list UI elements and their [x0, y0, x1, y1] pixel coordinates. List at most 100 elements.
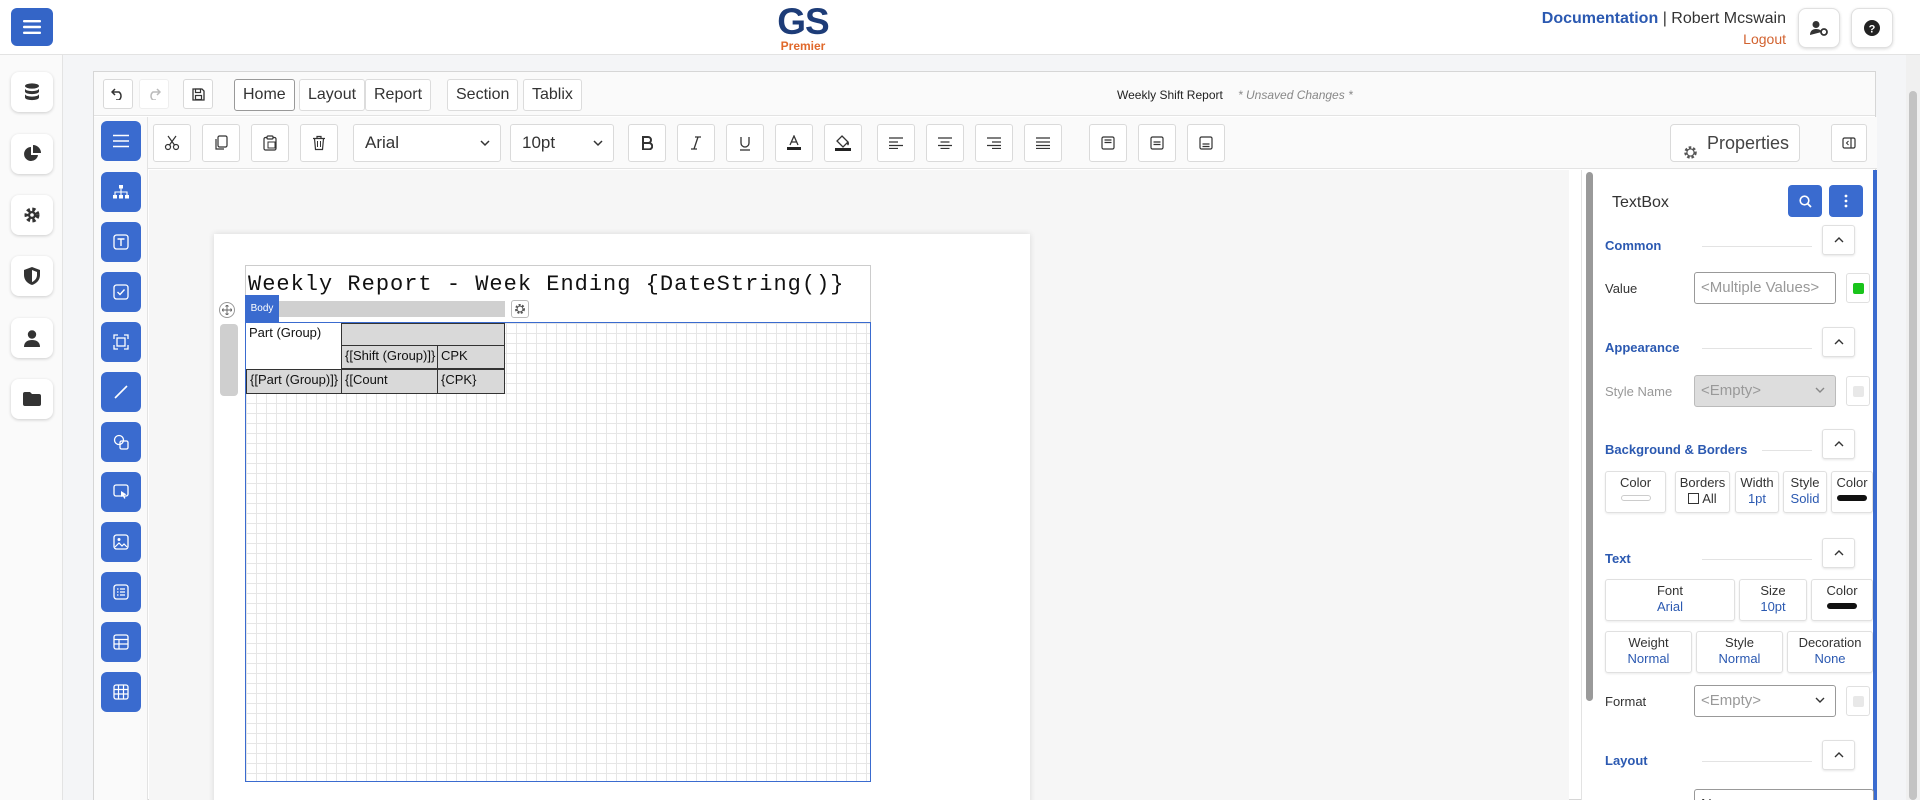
tool-table[interactable] — [101, 622, 141, 662]
borders-all-checkbox[interactable] — [1688, 493, 1700, 504]
tab-layout[interactable]: Layout — [299, 79, 366, 111]
font-tile[interactable]: Font Arial — [1605, 579, 1735, 621]
collapse-panel-button[interactable] — [1831, 124, 1867, 162]
borders-tile[interactable]: Borders All — [1675, 471, 1730, 513]
valign-top-button[interactable] — [1089, 124, 1127, 162]
user-settings-button[interactable] — [1798, 8, 1840, 48]
valign-bottom-button[interactable] — [1187, 124, 1225, 162]
separator: | — [1662, 10, 1667, 27]
main-menu-button[interactable] — [11, 8, 53, 46]
design-canvas[interactable]: Weekly Report - Week Ending {DateString(… — [149, 170, 1569, 800]
value-expression-button[interactable] — [1846, 273, 1870, 303]
tab-tablix[interactable]: Tablix — [523, 79, 582, 111]
fill-color-button[interactable] — [824, 124, 862, 162]
text-color-tile[interactable]: Color — [1811, 579, 1873, 621]
format-select[interactable]: <Empty> — [1694, 685, 1836, 717]
tablix-column-handle[interactable] — [279, 301, 505, 317]
tablix-cpk-header[interactable]: CPK — [437, 345, 505, 369]
copy-button[interactable] — [202, 124, 240, 162]
tablix-column-group-bar[interactable] — [341, 323, 505, 345]
tool-tree[interactable] — [101, 172, 141, 212]
logout-link[interactable]: Logout — [1542, 31, 1786, 47]
font-family-select[interactable]: Arial — [353, 124, 501, 162]
unsaved-changes-label: * Unsaved Changes * — [1238, 88, 1353, 102]
page-scrollbar[interactable] — [1906, 55, 1920, 800]
tool-matrix[interactable] — [101, 672, 141, 712]
align-left-button[interactable] — [877, 124, 915, 162]
nav-security[interactable] — [11, 256, 53, 296]
valign-middle-button[interactable] — [1138, 124, 1176, 162]
background-color-tile[interactable]: Color — [1605, 471, 1666, 513]
move-handle-icon[interactable] — [219, 302, 235, 318]
italic-button[interactable] — [677, 124, 715, 162]
underline-button[interactable] — [726, 124, 764, 162]
tab-section[interactable]: Section — [447, 79, 519, 111]
tablix-part-group-cell[interactable]: {[Part (Group)]} — [246, 369, 342, 394]
tool-textbox[interactable] — [101, 222, 141, 262]
tool-checkbox[interactable] — [101, 272, 141, 312]
style-name-expression-button[interactable] — [1846, 376, 1870, 406]
format-expression-button[interactable] — [1846, 686, 1870, 716]
page-scrollbar-thumb[interactable] — [1909, 91, 1917, 800]
report-title-textbox[interactable]: Weekly Report - Week Ending {DateString(… — [248, 272, 845, 297]
size-tile[interactable]: Size 10pt — [1739, 579, 1807, 621]
border-width-tile[interactable]: Width 1pt — [1735, 471, 1779, 513]
tool-list[interactable] — [101, 572, 141, 612]
redo-button[interactable] — [139, 79, 169, 109]
value-input[interactable]: <Multiple Values> — [1694, 272, 1836, 304]
decoration-tile[interactable]: Decoration None — [1787, 631, 1873, 673]
bold-button[interactable] — [628, 124, 666, 162]
justify-button[interactable] — [1024, 124, 1062, 162]
collapse-background-button[interactable] — [1822, 429, 1855, 459]
nav-files[interactable] — [11, 379, 53, 419]
tab-home[interactable]: Home — [234, 79, 295, 111]
tablix-shift-group-header[interactable]: {[Shift (Group)]} — [341, 345, 438, 369]
font-color-button[interactable] — [775, 124, 813, 162]
tab-report[interactable]: Report — [365, 79, 432, 111]
align-right-button[interactable] — [975, 124, 1013, 162]
documentation-link[interactable]: Documentation — [1542, 10, 1658, 27]
undo-button[interactable] — [103, 79, 133, 109]
collapse-text-button[interactable] — [1822, 538, 1855, 568]
layout-select[interactable]: None — [1694, 789, 1874, 800]
valign-bottom-icon — [1199, 136, 1213, 150]
tablix-cpk-cell[interactable]: {CPK} — [437, 369, 505, 394]
nav-dashboards[interactable] — [11, 134, 53, 174]
collapse-appearance-button[interactable] — [1822, 327, 1855, 357]
properties-scrollbar[interactable] — [1586, 172, 1593, 701]
border-color-tile[interactable]: Color — [1831, 471, 1873, 513]
row-handle[interactable] — [220, 324, 238, 396]
tablix-corner-cell[interactable]: Part (Group) — [246, 323, 341, 371]
hamburger-icon — [23, 20, 41, 34]
tool-container[interactable] — [101, 322, 141, 362]
properties-button[interactable]: Properties — [1670, 124, 1800, 162]
save-button[interactable] — [183, 79, 213, 109]
properties-search-button[interactable] — [1788, 185, 1822, 217]
nav-data-sources[interactable] — [11, 72, 53, 112]
report-items-menu-button[interactable] — [101, 121, 141, 161]
body-section-label[interactable]: Body — [245, 295, 279, 322]
tool-line[interactable] — [101, 372, 141, 412]
weight-tile[interactable]: Weight Normal — [1605, 631, 1692, 673]
help-button[interactable]: ? — [1851, 8, 1893, 48]
tool-input[interactable] — [101, 472, 141, 512]
tool-image[interactable] — [101, 522, 141, 562]
nav-settings[interactable] — [11, 195, 53, 235]
nav-users[interactable] — [11, 318, 53, 358]
cut-button[interactable] — [153, 124, 191, 162]
delete-button[interactable] — [300, 124, 338, 162]
font-style-tile[interactable]: Style Normal — [1696, 631, 1783, 673]
paste-button[interactable] — [251, 124, 289, 162]
border-style-tile[interactable]: Style Solid — [1783, 471, 1827, 513]
align-center-button[interactable] — [926, 124, 964, 162]
collapse-common-button[interactable] — [1822, 225, 1855, 255]
tablix-count-cell[interactable]: {[Count — [341, 369, 438, 394]
style-name-select[interactable]: <Empty> — [1694, 375, 1836, 407]
report-body-section[interactable]: Part (Group) {[Shift (Group)]} CPK {[Par… — [245, 322, 871, 782]
tablix-settings-button[interactable] — [511, 300, 529, 318]
collapse-layout-button[interactable] — [1822, 740, 1855, 770]
properties-more-button[interactable] — [1829, 185, 1863, 217]
font-size-select[interactable]: 10pt — [510, 124, 614, 162]
tool-shape[interactable] — [101, 422, 141, 462]
section-common-title: Common — [1605, 238, 1662, 253]
